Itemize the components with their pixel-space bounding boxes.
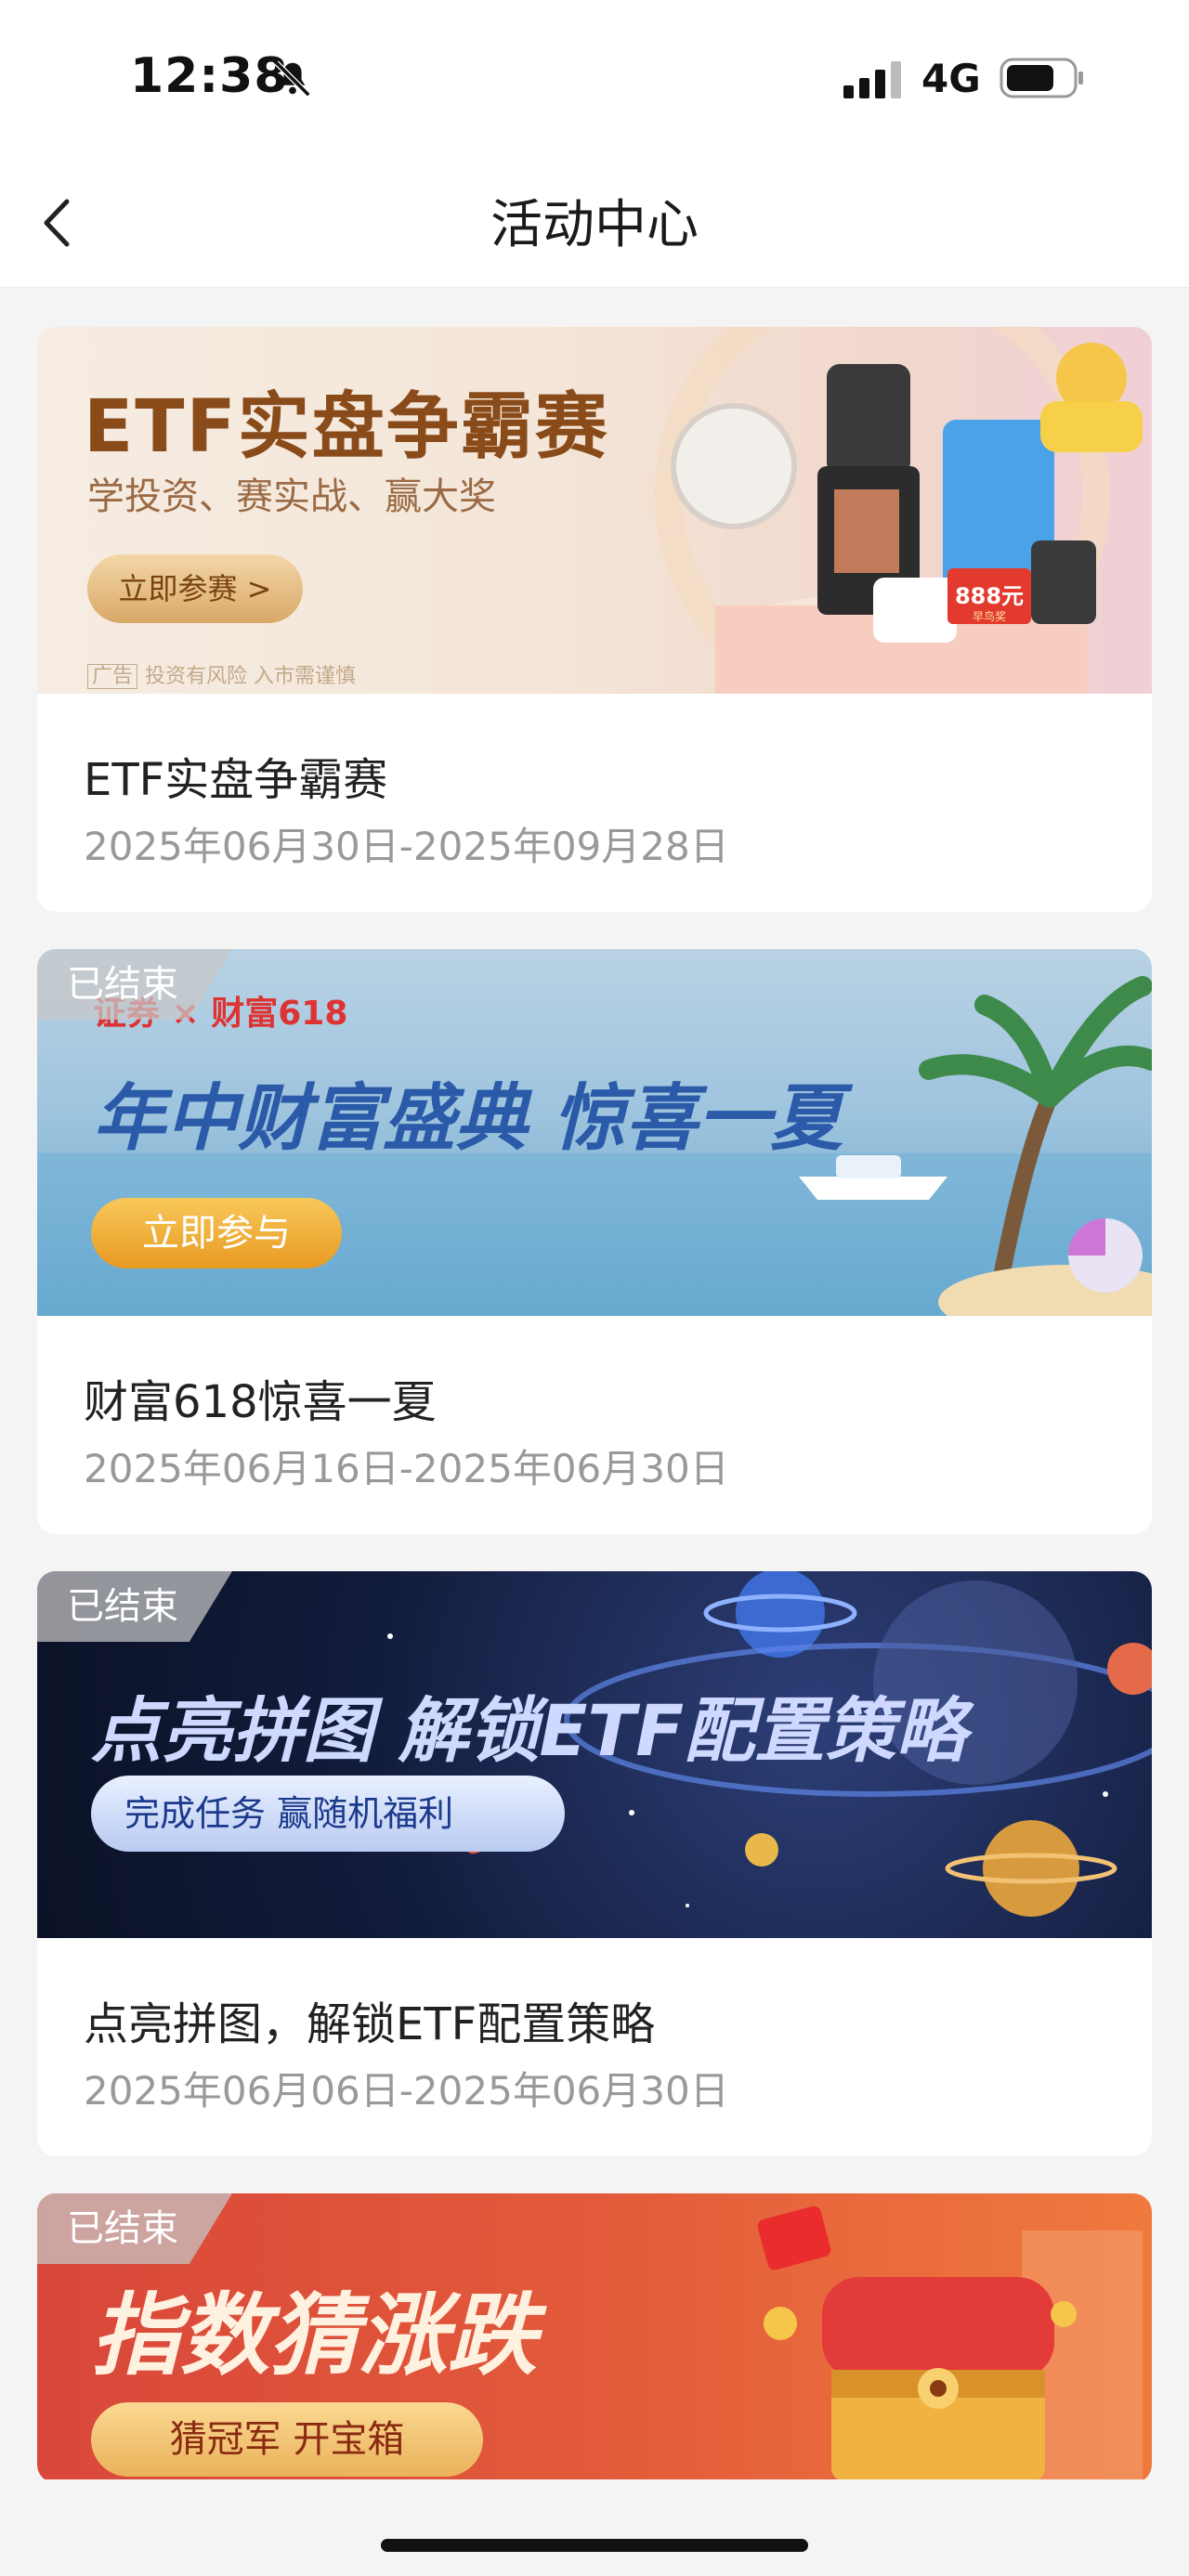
banner-headline: 点亮拼图 解锁ETF配置策略	[91, 1689, 967, 1772]
disclaimer-text: 投资有风险 入市需谨慎	[145, 665, 357, 688]
banner-headline: 指数猜涨跌	[91, 2283, 537, 2387]
activity-card[interactable]: 点亮拼图 解锁ETF配置策略 完成任务 赢随机福利 已结束 点亮拼图，解锁ETF…	[37, 1571, 1152, 2156]
activity-date: 2025年06月30日-2025年09月28日	[84, 824, 729, 869]
activity-banner[interactable]: 证券 × 财富618 年中财富盛典 惊喜一夏 立即参与 已结束	[37, 949, 1152, 1316]
guess-champion-button[interactable]: 猜冠军 开宝箱	[91, 2402, 483, 2477]
activity-title: 点亮拼图，解锁ETF配置策略	[84, 1998, 656, 2050]
join-now-button[interactable]: 立即参与	[91, 1198, 342, 1268]
status-time: 12:38	[130, 48, 289, 104]
activity-date: 2025年06月16日-2025年06月30日	[84, 1446, 729, 1491]
activity-card[interactable]: 证券 × 财富618 年中财富盛典 惊喜一夏 立即参与 已结束 财富618惊喜一…	[37, 949, 1152, 1534]
complete-task-button[interactable]: 完成任务 赢随机福利	[91, 1776, 565, 1852]
price-tag: 888元	[955, 583, 1024, 609]
price-sub: 早鸟奖	[973, 609, 1006, 623]
activity-banner[interactable]: 指数猜涨跌 猜冠军 开宝箱 已结束	[37, 2193, 1152, 2483]
page-title: 活动中心	[490, 195, 699, 255]
join-contest-button[interactable]: 立即参赛 >	[87, 554, 303, 623]
battery-icon	[1000, 58, 1083, 98]
activity-title: ETF实盘争霸赛	[84, 754, 388, 806]
activity-card[interactable]: 指数猜涨跌 猜冠军 开宝箱 已结束	[37, 2193, 1152, 2483]
home-indicator[interactable]	[381, 2539, 808, 2552]
bottom-safe-area	[0, 2479, 1189, 2576]
nav-bar: 活动中心	[0, 163, 1189, 288]
prize-illustration: 888元 早鸟奖	[655, 327, 1143, 694]
activity-banner[interactable]: 点亮拼图 解锁ETF配置策略 完成任务 赢随机福利 已结束	[37, 1571, 1152, 1938]
ad-tag: 广告	[87, 664, 138, 689]
status-bar: 12:38 4G	[0, 0, 1189, 163]
activity-title: 财富618惊喜一夏	[84, 1376, 437, 1428]
banner-headline: ETF实盘争霸赛	[84, 385, 609, 469]
banner-subline: 学投资、赛实战、赢大奖	[87, 475, 496, 518]
activity-banner[interactable]: 888元 早鸟奖 ETF实盘争霸赛 学投资、赛实战、赢大奖 立即参赛 > 广告投…	[37, 327, 1152, 694]
ad-disclaimer: 广告 投资有风险 入市需谨慎	[87, 659, 356, 689]
activity-card[interactable]: 888元 早鸟奖 ETF实盘争霸赛 学投资、赛实战、赢大奖 立即参赛 > 广告投…	[37, 327, 1152, 912]
network-label: 4G	[921, 56, 981, 101]
activity-date: 2025年06月06日-2025年06月30日	[84, 2068, 729, 2114]
banner-headline: 年中财富盛典 惊喜一夏	[93, 1077, 843, 1161]
signal-icon	[843, 61, 901, 98]
bell-slash-icon	[274, 60, 311, 98]
